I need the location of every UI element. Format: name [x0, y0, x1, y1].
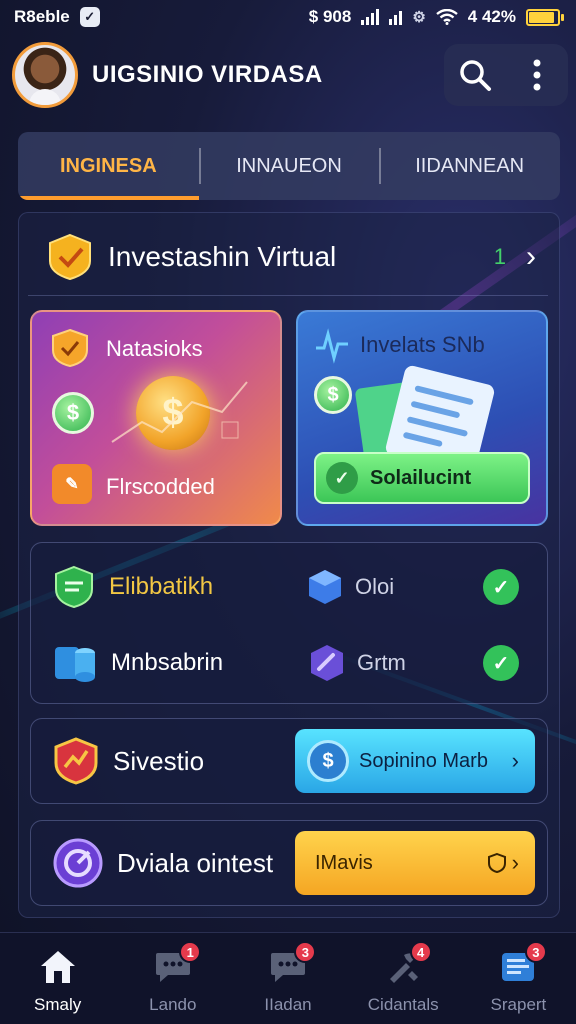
natasioks-card[interactable]: Natasioks $ $ ✎ Flrscodded — [30, 310, 282, 526]
more-vertical-icon — [533, 59, 541, 91]
header-actions — [444, 44, 568, 106]
row-label: Sivestio — [113, 745, 205, 776]
signal-icon — [361, 9, 380, 25]
database-icon — [55, 647, 95, 682]
chevron-right-icon: › — [511, 748, 519, 773]
feature-sub: Oloi — [355, 574, 395, 599]
shield-gold-icon — [49, 233, 91, 280]
dviala-row: Dviala ointest IMavis › — [30, 820, 548, 906]
notification-badge: 4 — [409, 941, 432, 963]
nav-label: IIadan — [264, 995, 312, 1014]
nav-item-smaly[interactable]: Smaly — [0, 933, 115, 1024]
pencil-icon: ✎ — [52, 464, 92, 504]
battery-icon — [526, 8, 564, 26]
search-button[interactable] — [454, 54, 496, 96]
notification-badge: 3 — [524, 941, 547, 963]
investment-section-header[interactable]: Investashin Virtual 1 › — [28, 218, 548, 296]
tab-inginesa[interactable]: INGINESA — [18, 132, 199, 200]
vpn-shield-icon: ✓ — [79, 7, 100, 27]
wifi-icon — [436, 9, 458, 25]
nav-item-srapert[interactable]: 3 Srapert — [461, 933, 576, 1024]
nav-label: Lando — [149, 995, 197, 1014]
notification-badge: 3 — [294, 941, 317, 963]
search-icon — [460, 60, 491, 91]
nav-label: Smaly — [33, 995, 82, 1014]
card-title: Invelats SNb — [360, 332, 485, 357]
chevron-right-icon: › — [511, 850, 519, 875]
row-label: Dviala ointest — [117, 847, 274, 878]
check-icon: ✓ — [483, 569, 519, 605]
sivestio-row: Sivestio $ Sopinino Marb › — [30, 718, 548, 804]
dollar-coin-icon: $ — [314, 376, 352, 414]
status-bar: R8eble ✓ $ 908 ⚙ 4 42% — [0, 0, 576, 34]
nav-item-iiadan[interactable]: 3 IIadan — [230, 933, 345, 1024]
tab-innaueon[interactable]: INNAUEON — [198, 132, 380, 200]
chart-lines-icon — [111, 381, 248, 443]
home-icon — [37, 947, 79, 987]
sopinino-marb-button[interactable]: $ Sopinino Marb › — [295, 729, 535, 793]
card-footer-label: Flrscodded — [106, 474, 215, 499]
status-time: $ 908 — [308, 7, 352, 26]
gem-purple-icon — [311, 645, 343, 681]
battery-level-fill — [529, 11, 555, 23]
card-title: Natasioks — [106, 336, 203, 361]
feature-name: Elibbatikh — [109, 573, 214, 600]
shield-outline-icon — [487, 853, 506, 873]
shield-orange-icon — [52, 328, 88, 368]
nav-item-lando[interactable]: 1 Lando — [115, 933, 230, 1024]
nav-label: Cidantals — [367, 995, 439, 1014]
shield-green-icon — [55, 565, 93, 609]
features-list: Elibbatikh Oloi ✓ Mnbsabrin Grtm ✓ — [30, 542, 548, 704]
alarm-icon: ⚙ — [412, 9, 426, 26]
nav-label: Srapert — [490, 995, 547, 1014]
feature-name: Mnbsabrin — [111, 649, 224, 676]
invelats-card[interactable]: Invelats SNb $ ✓ Solailucint — [296, 310, 548, 526]
button-label: Solailucint — [370, 466, 472, 489]
tab-bar: INGINESA INNAUEON IIDANNEAN — [18, 132, 560, 200]
tab-iidannean[interactable]: IIDANNEAN — [379, 132, 560, 200]
feature-row[interactable]: Mnbsabrin Grtm ✓ — [31, 631, 549, 695]
more-options-button[interactable] — [516, 54, 558, 96]
carrier-label: R8eble — [14, 7, 70, 26]
check-circle-icon: ✓ — [326, 462, 358, 494]
notification-badge: 1 — [179, 941, 202, 963]
solailucint-button[interactable]: ✓ Solailucint — [314, 452, 530, 504]
shield-red-icon — [54, 737, 98, 785]
nav-item-cidantals[interactable]: 4 Cidantals — [346, 933, 461, 1024]
feature-row[interactable]: Elibbatikh Oloi ✓ — [31, 555, 549, 619]
dollar-coin-icon: $ — [52, 392, 94, 434]
imavis-button[interactable]: IMavis › — [295, 831, 535, 895]
chevron-right-icon: › — [526, 239, 536, 273]
app-header: UIGSINIO VIRDASA — [12, 40, 568, 110]
section-count: 1 — [493, 243, 506, 269]
app-title: UIGSINIO VIRDASA — [92, 61, 323, 88]
battery-text: 4 42% — [467, 7, 516, 26]
mobile-data-icon — [389, 9, 403, 25]
avatar[interactable] — [12, 42, 78, 108]
check-icon: ✓ — [483, 645, 519, 681]
section-title: Investashin Virtual — [108, 240, 337, 272]
dollar-coin-icon: $ — [307, 740, 349, 782]
pulse-icon — [316, 328, 348, 364]
target-purple-icon — [53, 838, 103, 888]
bottom-nav: Smaly 1 Lando 3 IIadan 4 Cidantals 3 Sra… — [0, 932, 576, 1024]
cube-blue-icon — [309, 570, 341, 604]
feature-sub: Grtm — [357, 650, 406, 675]
button-label: Sopinino Marb — [359, 749, 488, 772]
button-label: IMavis — [315, 851, 373, 874]
